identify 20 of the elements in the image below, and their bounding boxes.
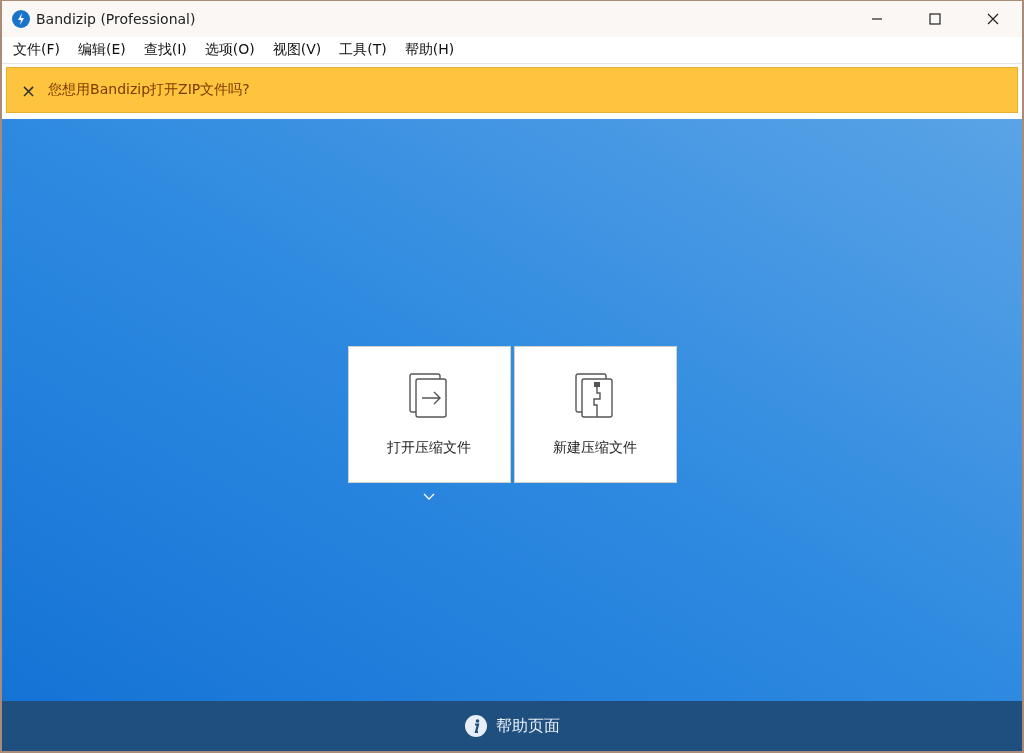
menu-item[interactable]: 查找(I) [136, 41, 194, 59]
help-page-link[interactable]: 帮助页面 [458, 714, 566, 738]
menu-item[interactable]: 帮助(H) [397, 41, 462, 59]
menu-item[interactable]: 编辑(E) [71, 41, 133, 59]
action-card[interactable]: 打开压缩文件 [347, 346, 511, 483]
maximize-icon[interactable] [929, 13, 941, 25]
app-logo-icon [12, 10, 30, 28]
menu-item[interactable]: 视图(V) [265, 41, 329, 59]
menu-item[interactable]: 文件(F) [6, 41, 67, 59]
window-title: Bandizip (Professional) [36, 11, 196, 27]
open-file-icon [409, 372, 449, 419]
zip-file-icon [575, 372, 615, 419]
close-button[interactable]: × [7, 79, 49, 101]
action-card[interactable]: 新建压缩文件 [513, 346, 677, 483]
chevron-down-icon[interactable] [423, 493, 435, 500]
menu-item[interactable]: 工具(T) [332, 41, 394, 59]
notification-message: 您想用Bandizip打开ZIP文件吗? [48, 81, 250, 99]
close-icon[interactable] [987, 13, 999, 25]
info-icon [464, 715, 487, 737]
menu-item[interactable]: 选项(O) [197, 41, 262, 59]
